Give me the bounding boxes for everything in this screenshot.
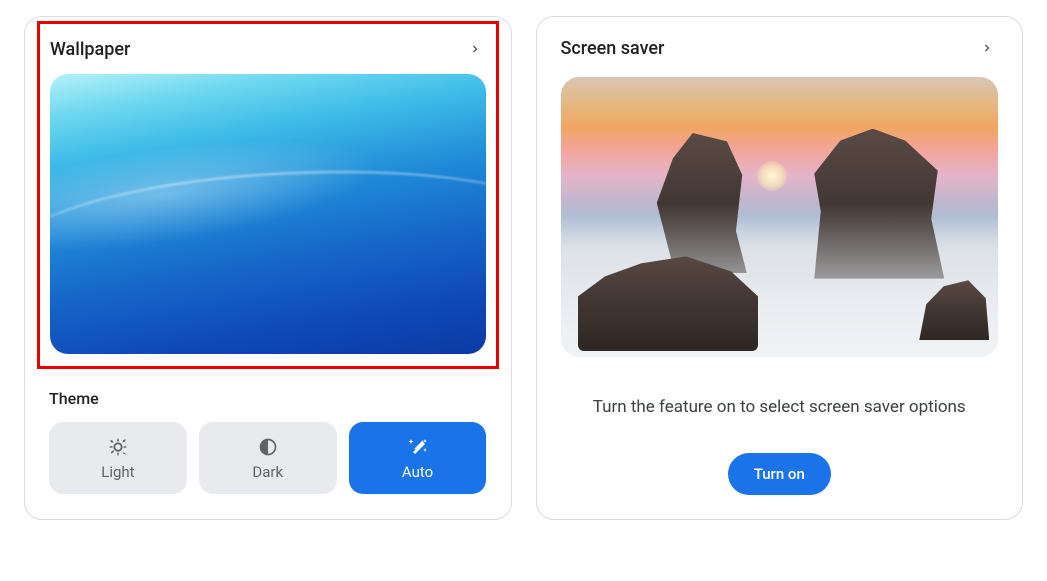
chevron-right-icon [976,37,998,59]
magic-wand-icon [406,435,430,459]
chevron-right-icon [464,38,486,60]
theme-dark-label: Dark [252,463,283,481]
wallpaper-highlight: Wallpaper [37,21,499,369]
screensaver-description: Turn the feature on to select screen sav… [561,397,999,417]
theme-section-title: Theme [49,389,487,408]
screensaver-preview[interactable] [561,77,999,357]
contrast-icon [258,435,278,459]
theme-options-row: Light Dark Auto [49,422,487,494]
theme-auto-label: Auto [402,463,433,481]
screensaver-card: Screen saver Turn the feature on to sele… [536,16,1024,520]
settings-cards-row: Wallpaper Theme Light Dark [24,16,1023,520]
theme-light-button[interactable]: Light [49,422,187,494]
screensaver-image [561,77,999,357]
sun-glow [757,161,787,191]
screensaver-title: Screen saver [561,38,665,59]
wallpaper-image [50,74,486,354]
wallpaper-card: Wallpaper Theme Light Dark [24,16,512,520]
screensaver-header[interactable]: Screen saver [561,37,999,59]
theme-auto-button[interactable]: Auto [349,422,487,494]
wallpaper-preview[interactable] [50,74,486,354]
wallpaper-header[interactable]: Wallpaper [50,38,486,60]
wallpaper-title: Wallpaper [50,39,130,60]
screensaver-button-row: Turn on [561,453,999,495]
sun-icon [107,435,129,459]
theme-dark-button[interactable]: Dark [199,422,337,494]
turn-on-button[interactable]: Turn on [728,453,831,495]
theme-light-label: Light [101,463,134,481]
